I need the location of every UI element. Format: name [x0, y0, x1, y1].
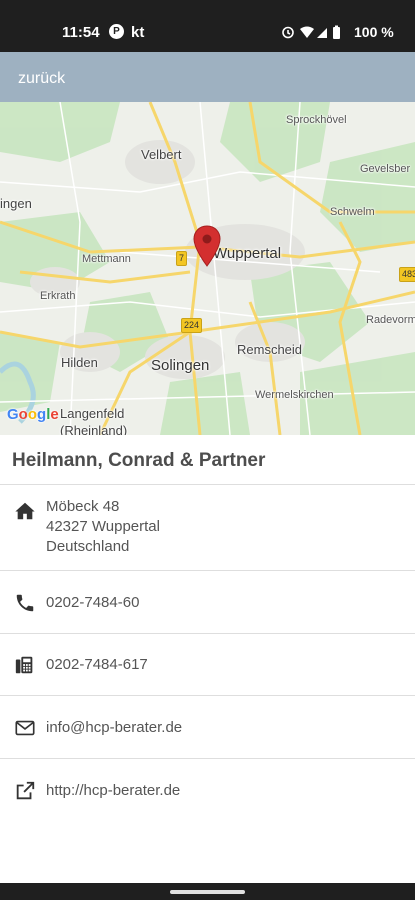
address-country: Deutschland — [46, 538, 130, 555]
fax-icon — [15, 656, 33, 674]
carrier-label: kt — [131, 24, 145, 41]
back-button[interactable]: zurück — [18, 70, 65, 88]
battery-icon — [333, 25, 340, 39]
wifi-icon — [300, 26, 314, 38]
system-status-icons — [282, 25, 340, 39]
map-label-solingen: Solingen — [151, 357, 210, 374]
address-street: Möbeck 48 — [46, 498, 120, 515]
email-address[interactable]: info@hcp-berater.de — [46, 718, 182, 738]
map-label-hilden: Hilden — [61, 355, 98, 370]
divider — [0, 484, 415, 485]
map-view[interactable]: Sprockhövel Velbert Gevelsber ingen Schw… — [0, 102, 415, 435]
company-name: Heilmann, Conrad & Partner — [12, 450, 266, 471]
app-bar: zurück — [0, 52, 415, 102]
external-link-icon — [16, 781, 35, 800]
road-shield-483: 483 — [399, 267, 415, 282]
divider — [0, 633, 415, 634]
phone-icon — [16, 594, 34, 612]
home-icon — [15, 502, 35, 520]
home-gesture-handle[interactable] — [170, 890, 245, 894]
map-label-langenfeld: Langenfeld — [60, 406, 125, 421]
map-label-sprockhovel: Sprockhövel — [286, 114, 347, 126]
google-logo: Google — [7, 406, 59, 423]
map-label-schwelm: Schwelm — [330, 206, 375, 218]
map-label-velbert: Velbert — [141, 147, 182, 162]
divider — [0, 758, 415, 759]
battery-percentage: 100 % — [354, 24, 394, 40]
navigation-bar — [0, 883, 415, 900]
status-bar: 11:54 P kt 100 % — [0, 0, 415, 52]
mail-icon — [15, 720, 35, 736]
road-shield-224: 224 — [181, 318, 203, 333]
map-label-ingen: ingen — [0, 196, 32, 211]
map-base — [0, 102, 415, 435]
divider — [0, 695, 415, 696]
website-url[interactable]: http://hcp-berater.de — [46, 781, 180, 801]
map-marker-icon[interactable] — [193, 225, 221, 267]
road-shield-7: 7 — [176, 251, 188, 266]
alarm-icon — [282, 26, 294, 39]
divider — [0, 570, 415, 571]
map-label-wuppertal: Wuppertal — [213, 245, 282, 262]
map-label-radevorm: Radevorm — [366, 314, 415, 326]
app-notification-icon: P — [109, 24, 124, 39]
map-label-gevelsberg: Gevelsber — [360, 163, 411, 175]
phone-number: 0202-7484-60 — [46, 594, 140, 611]
map-label-remscheid: Remscheid — [237, 342, 303, 357]
signal-icon — [317, 28, 327, 38]
map-label-erkrath: Erkrath — [40, 290, 76, 302]
map-label-wermelskirchen: Wermelskirchen — [255, 389, 334, 401]
status-time: 11:54 — [62, 24, 100, 41]
address-city: 42327 Wuppertal — [46, 518, 160, 535]
map-label-rheinland: (Rheinland) — [60, 423, 128, 435]
fax-number: 0202-7484-617 — [46, 656, 148, 673]
map-label-mettmann: Mettmann — [82, 253, 131, 265]
